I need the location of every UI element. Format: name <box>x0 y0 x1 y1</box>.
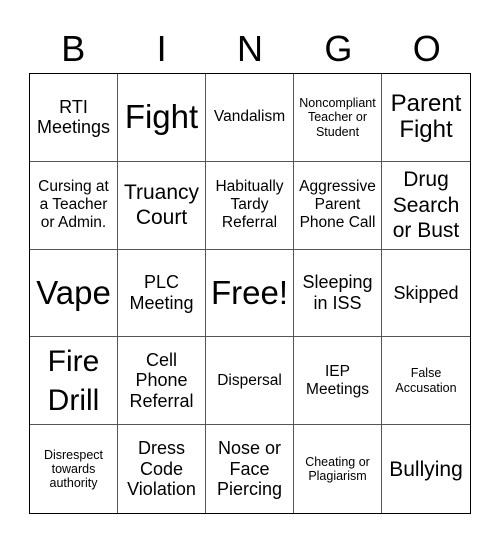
header-letter-n: N <box>236 28 263 69</box>
bingo-cell[interactable]: IEP Meetings <box>294 337 382 426</box>
bingo-cell[interactable]: Noncompliant Teacher or Student <box>294 74 382 162</box>
bingo-cell[interactable]: Fight <box>118 74 206 162</box>
bingo-header: B I N G O <box>29 24 471 74</box>
bingo-cell[interactable]: Cheating or Plagiarism <box>294 425 382 513</box>
bingo-cell[interactable]: Truancy Court <box>118 161 206 250</box>
bingo-cell[interactable]: Bullying <box>382 425 470 513</box>
bingo-cell[interactable]: PLC Meeting <box>118 249 206 338</box>
bingo-cell[interactable]: RTI Meetings <box>30 74 118 162</box>
header-letter-g: G <box>324 28 353 69</box>
bingo-cell[interactable]: Parent Fight <box>382 74 470 162</box>
bingo-cell-free-space[interactable]: Free! <box>206 249 294 338</box>
bingo-cell[interactable]: Vandalism <box>206 74 294 162</box>
bingo-cell[interactable]: Dress Code Violation <box>118 425 206 513</box>
bingo-cell[interactable]: Skipped <box>382 250 470 338</box>
bingo-cell[interactable]: Habitually Tardy Referral <box>206 161 294 250</box>
header-letter-o: O <box>412 28 441 69</box>
bingo-cell[interactable]: Nose or Face Piercing <box>206 425 294 513</box>
bingo-cell[interactable]: Dispersal <box>206 337 294 426</box>
bingo-card-grid: RTI Meetings Fight Vandalism Noncompliant T… <box>29 73 471 514</box>
bingo-cell[interactable]: Vape <box>30 249 118 338</box>
bingo-cell[interactable]: Fire Drill <box>30 337 118 426</box>
header-letter-b: B <box>61 28 86 69</box>
bingo-cell[interactable]: Drug Search or Bust <box>382 162 470 250</box>
bingo-cell[interactable]: Aggressive Parent Phone Call <box>294 161 382 250</box>
bingo-cell[interactable]: Cell Phone Referral <box>118 337 206 426</box>
bingo-cell[interactable]: False Accusation <box>382 337 470 426</box>
bingo-cell[interactable]: Cursing at a Teacher or Admin. <box>30 161 118 250</box>
bingo-cell[interactable]: Sleeping in ISS <box>294 249 382 338</box>
header-letter-i: I <box>156 28 167 69</box>
bingo-cell[interactable]: Disrespect towards authority <box>30 425 118 513</box>
